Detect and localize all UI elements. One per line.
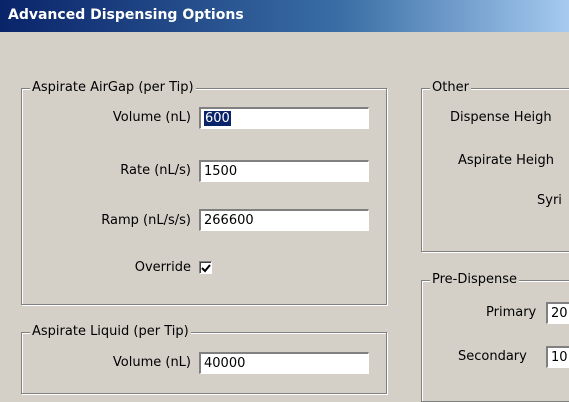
airgap-volume-label: Volume (nL) <box>112 110 191 125</box>
override-label: Override <box>134 260 191 275</box>
primary-label: Primary <box>486 305 537 320</box>
airgap-volume-field[interactable]: 600 <box>199 107 369 129</box>
aspirate-liquid-legend: Aspirate Liquid (per Tip) <box>30 324 191 340</box>
other-legend: Other <box>430 80 471 96</box>
secondary-label: Secondary <box>458 349 527 364</box>
airgap-volume-value: 600 <box>204 111 231 126</box>
liquid-volume-value: 40000 <box>204 356 246 371</box>
secondary-field[interactable]: 10 <box>546 346 569 368</box>
airgap-ramp-value: 266600 <box>204 213 254 228</box>
title-bar[interactable]: Advanced Dispensing Options <box>0 0 569 32</box>
liquid-volume-field[interactable]: 40000 <box>199 352 369 374</box>
aspirate-height-label: Aspirate Heigh <box>458 153 554 168</box>
liquid-volume-label: Volume (nL) <box>112 355 191 370</box>
override-checkbox[interactable] <box>199 261 212 274</box>
window-title: Advanced Dispensing Options <box>8 7 244 23</box>
dispense-height-label: Dispense Heigh <box>450 110 552 125</box>
pre-dispense-group: Pre-Dispense <box>421 272 569 402</box>
checkmark-icon <box>201 264 211 273</box>
airgap-ramp-label: Ramp (nL/s/s) <box>101 213 191 228</box>
airgap-rate-label: Rate (nL/s) <box>120 163 191 178</box>
syringe-label: Syri <box>537 193 562 208</box>
airgap-rate-value: 1500 <box>204 164 238 179</box>
secondary-value: 10 <box>551 350 568 365</box>
airgap-ramp-field[interactable]: 266600 <box>199 209 369 231</box>
airgap-rate-field[interactable]: 1500 <box>199 160 369 182</box>
primary-value: 20 <box>551 306 568 321</box>
primary-field[interactable]: 20 <box>546 302 569 324</box>
aspirate-airgap-legend: Aspirate AirGap (per Tip) <box>30 80 196 96</box>
pre-dispense-legend: Pre-Dispense <box>430 272 520 288</box>
